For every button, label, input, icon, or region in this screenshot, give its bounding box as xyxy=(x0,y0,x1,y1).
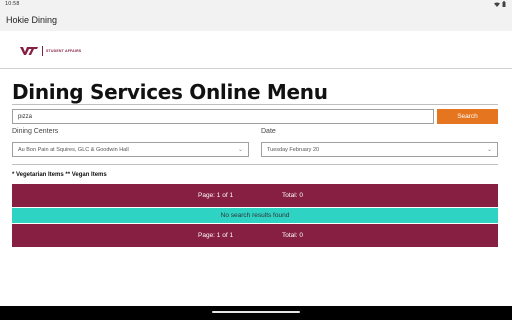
dining-centers-select[interactable]: Au Bon Pain at Squires, GLC & Goodwin Ha… xyxy=(12,142,249,157)
search-input[interactable] xyxy=(12,109,434,124)
battery-icon xyxy=(502,1,506,9)
logo-divider xyxy=(42,46,43,56)
date-select[interactable]: Tuesday February 20 ⌄ xyxy=(261,142,498,157)
page-indicator: Page: 1 of 1 xyxy=(198,192,234,199)
no-results-message: No search results found xyxy=(12,208,498,223)
page-indicator: Page: 1 of 1 xyxy=(198,232,234,239)
app-bar: Hokie Dining xyxy=(0,9,512,31)
wifi-icon xyxy=(494,2,500,9)
search-button[interactable]: Search xyxy=(437,109,498,124)
status-bar: 10:58 xyxy=(0,0,512,9)
dining-centers-value: Au Bon Pain at Squires, GLC & Goodwin Ha… xyxy=(18,146,129,153)
total-count: Total: 0 xyxy=(282,232,303,239)
dining-centers-label: Dining Centers xyxy=(12,128,59,135)
date-value: Tuesday February 20 xyxy=(267,146,320,153)
total-count: Total: 0 xyxy=(282,192,303,199)
vt-logo-icon[interactable] xyxy=(20,47,38,55)
app-title: Hokie Dining xyxy=(6,15,58,25)
diet-legend: * Vegetarian Items ** Vegan Items xyxy=(12,172,107,178)
divider xyxy=(12,164,498,165)
page-title: Dining Services Online Menu xyxy=(12,80,328,104)
site-header: STUDENT AFFAIRS xyxy=(0,31,512,69)
date-label: Date xyxy=(261,128,276,135)
logo-brand-text: STUDENT AFFAIRS xyxy=(46,49,82,53)
chevron-down-icon: ⌄ xyxy=(486,147,492,153)
home-handle[interactable] xyxy=(212,311,300,313)
pager-top: Page: 1 of 1 Total: 0 xyxy=(12,184,498,207)
divider xyxy=(12,104,498,105)
system-nav-bar xyxy=(0,306,512,320)
chevron-down-icon: ⌄ xyxy=(237,147,243,153)
pager-bottom: Page: 1 of 1 Total: 0 xyxy=(12,224,498,247)
status-icons xyxy=(494,1,506,9)
status-time: 10:58 xyxy=(5,1,20,7)
